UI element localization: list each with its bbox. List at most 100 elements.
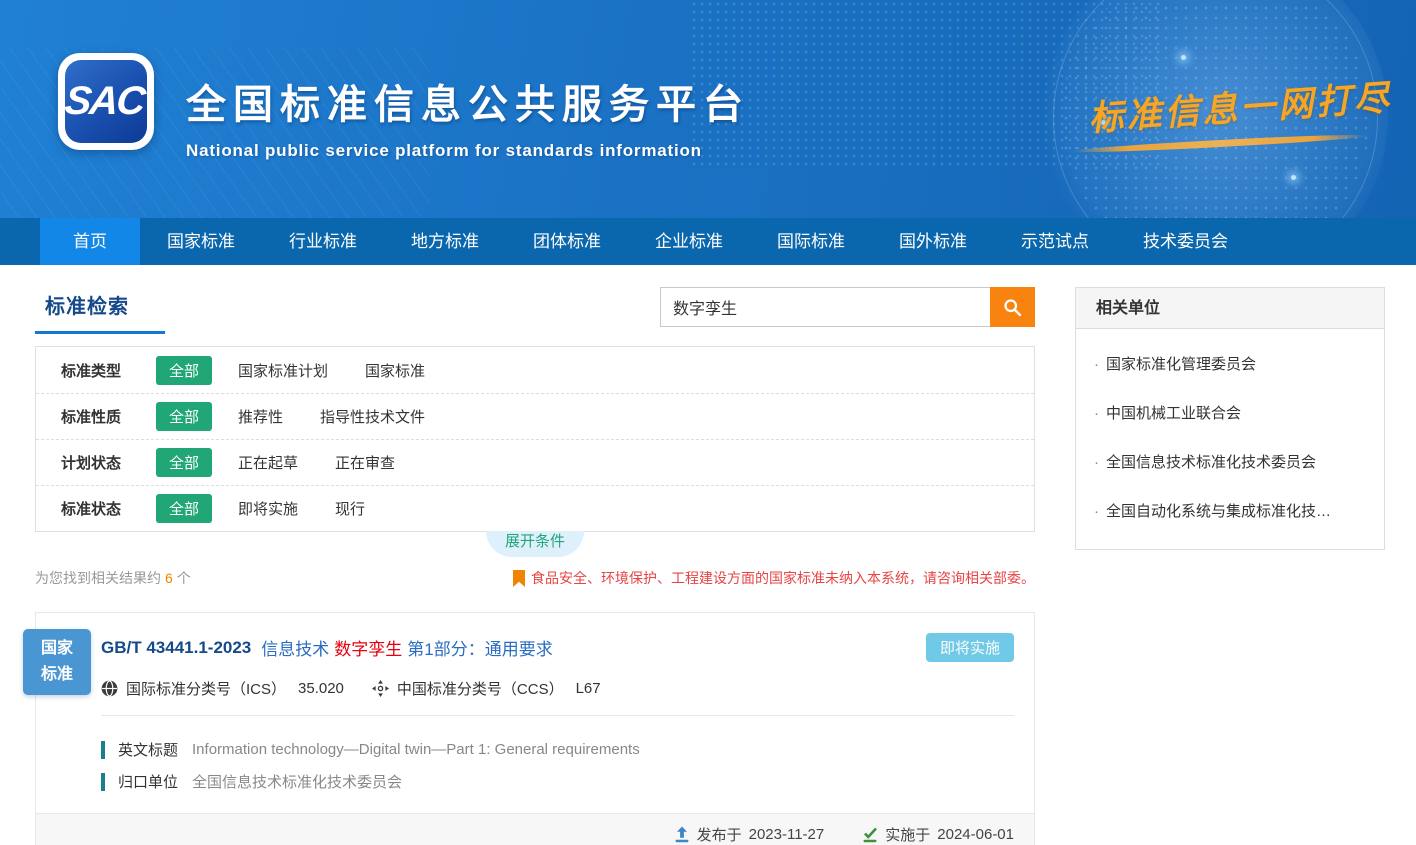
filter-label: 标准类型 — [61, 360, 156, 381]
globe-glow-dot — [1291, 175, 1296, 180]
nav-tab-foreign-standard[interactable]: 国外标准 — [872, 218, 994, 265]
ccs-classification: 中国标准分类号（CCS） L67 — [372, 678, 601, 699]
site-titles: 全国标准信息公共服务平台 National public service pla… — [186, 72, 750, 161]
expand-conditions-button[interactable]: 展开条件 — [486, 531, 584, 557]
globe-icon — [101, 680, 118, 697]
nav-tab-national-standard[interactable]: 国家标准 — [140, 218, 262, 265]
main-column: 标准检索 标准类型 全部 国家标准计划 国家标准 标准性质 全部 — [35, 287, 1035, 845]
standard-type-badge-text: 国家标准 — [40, 636, 74, 689]
bullet: · — [1094, 356, 1099, 373]
sidebar-item-automation-systems-committee[interactable]: ·全国自动化系统与集成标准化技… — [1090, 486, 1370, 535]
detail-label: 归口单位 — [118, 771, 178, 792]
publish-upload-icon — [674, 826, 690, 843]
committee-row: 归口单位 全国信息技术标准化技术委员会 — [101, 771, 1014, 792]
search-icon — [1002, 297, 1023, 318]
search-button[interactable] — [990, 287, 1035, 327]
filter-label: 标准状态 — [61, 498, 156, 519]
filter-option[interactable]: 推荐性 — [238, 406, 283, 427]
standard-type-badge: 国家标准 — [23, 629, 91, 695]
nav-tab-local-standard[interactable]: 地方标准 — [384, 218, 506, 265]
filter-panel: 标准类型 全部 国家标准计划 国家标准 标准性质 全部 推荐性 指导性技术文件 … — [35, 346, 1035, 532]
nav-tab-pilot-demo[interactable]: 示范试点 — [994, 218, 1116, 265]
implement-check-icon — [862, 826, 878, 843]
card-details: 英文标题 Information technology—Digital twin… — [36, 716, 1034, 813]
filter-option[interactable]: 正在起草 — [238, 452, 298, 473]
filter-all-button[interactable]: 全部 — [156, 402, 212, 431]
bullet: · — [1094, 454, 1099, 471]
bullet: · — [1094, 405, 1099, 422]
bookmark-icon — [513, 570, 525, 587]
filter-option[interactable]: 正在审查 — [335, 452, 395, 473]
detail-value: 全国信息技术标准化技术委员会 — [192, 771, 402, 792]
page-title: 标准检索 — [45, 296, 129, 318]
sidebar-item-label: 全国自动化系统与集成标准化技… — [1106, 503, 1331, 520]
filter-option[interactable]: 国家标准计划 — [238, 360, 328, 381]
globe-glow-dot — [1181, 55, 1186, 60]
status-badge: 即将实施 — [926, 633, 1014, 662]
published-date-item: 发布于 2023-11-27 — [674, 824, 825, 845]
nav-tab-technical-committee[interactable]: 技术委员会 — [1116, 218, 1255, 265]
site-subtitle: National public service platform for sta… — [186, 141, 750, 161]
result-count-prefix: 为您找到相关结果约 — [35, 570, 161, 586]
result-summary-row: 为您找到相关结果约6个 食品安全、环境保护、工程建设方面的国家标准未纳入本系统，… — [35, 568, 1035, 588]
filter-all-button[interactable]: 全部 — [156, 448, 212, 477]
result-count-suffix: 个 — [177, 570, 191, 586]
standard-title-part: 第1部分：通用要求 — [407, 640, 552, 659]
nav-tab-enterprise-standard[interactable]: 企业标准 — [628, 218, 750, 265]
section-title-wrap: 标准检索 — [35, 287, 165, 334]
compass-icon — [372, 680, 389, 697]
sac-logo[interactable]: SAC — [58, 53, 154, 150]
filter-all-button[interactable]: 全部 — [156, 356, 212, 385]
implemented-label: 实施于 — [885, 824, 930, 845]
ics-label: 国际标准分类号（ICS） — [126, 678, 286, 699]
card-head: GB/T 43441.1-2023 信息技术数字孪生第1部分：通用要求 即将实施… — [36, 613, 1034, 699]
standard-title-part: 信息技术 — [261, 640, 329, 659]
ics-classification: 国际标准分类号（ICS） 35.020 — [101, 678, 344, 699]
filter-label: 标准性质 — [61, 406, 156, 427]
sidebar-item-it-standardization-committee[interactable]: ·全国信息技术标准化技术委员会 — [1090, 437, 1370, 486]
filter-row-standard-nature: 标准性质 全部 推荐性 指导性技术文件 — [36, 393, 1034, 439]
filter-row-plan-status: 计划状态 全部 正在起草 正在审查 — [36, 439, 1034, 485]
classification-meta-line: 国际标准分类号（ICS） 35.020 中国标准分类号（CCS） L67 — [101, 678, 1014, 699]
nav-tab-industry-standard[interactable]: 行业标准 — [262, 218, 384, 265]
site-header: SAC 全国标准信息公共服务平台 National public service… — [0, 0, 1416, 218]
standard-title-line: GB/T 43441.1-2023 信息技术数字孪生第1部分：通用要求 即将实施 — [101, 633, 1014, 662]
sac-logo-inner: SAC — [65, 60, 147, 143]
sidebar-item-machinery-federation[interactable]: · 中国机械工业联合会 — [1090, 388, 1370, 437]
implemented-date-item: 实施于 2024-06-01 — [862, 824, 1014, 845]
nav-tab-home[interactable]: 首页 — [40, 218, 140, 265]
filter-row-standard-status: 标准状态 全部 即将实施 现行 — [36, 485, 1034, 531]
search-input[interactable] — [660, 287, 990, 327]
result-count: 为您找到相关结果约6个 — [35, 568, 191, 588]
sidebar-item-sac[interactable]: · 国家标准化管理委员会 — [1090, 339, 1370, 388]
standard-code-link[interactable]: GB/T 43441.1-2023 — [101, 638, 251, 658]
related-units-list: · 国家标准化管理委员会 · 中国机械工业联合会 ·全国信息技术标准化技术委员会 ·… — [1076, 329, 1384, 549]
english-title-row: 英文标题 Information technology—Digital twin… — [101, 739, 1014, 760]
related-units-panel: 相关单位 ·国家标准化管理委员会 ·中国机械工业联合会 ·全国信息技术标准化技术… — [1075, 287, 1385, 550]
standard-title-link[interactable]: 信息技术数字孪生第1部分：通用要求 — [261, 635, 552, 660]
page-content: 标准检索 标准类型 全部 国家标准计划 国家标准 标准性质 全部 — [0, 265, 1416, 845]
nav-tab-group-standard[interactable]: 团体标准 — [506, 218, 628, 265]
filter-option[interactable]: 现行 — [335, 498, 365, 519]
filter-option[interactable]: 即将实施 — [238, 498, 298, 519]
nav-tab-international-standard[interactable]: 国际标准 — [750, 218, 872, 265]
detail-accent-bar — [101, 741, 105, 759]
detail-accent-bar — [101, 773, 105, 791]
detail-value: Information technology—Digital twin—Part… — [192, 741, 640, 758]
card-footer: 发布于 2023-11-27 实施于 2024-06-01 — [36, 813, 1034, 845]
sac-logo-text: SAC — [62, 79, 149, 124]
published-date: 2023-11-27 — [749, 826, 825, 843]
filter-all-button[interactable]: 全部 — [156, 494, 212, 523]
detail-label: 英文标题 — [118, 739, 178, 760]
site-title: 全国标准信息公共服务平台 — [186, 72, 750, 130]
filter-label: 计划状态 — [61, 452, 156, 473]
standard-result-card: 国家标准 GB/T 43441.1-2023 信息技术数字孪生第1部分：通用要求… — [35, 612, 1035, 845]
filter-option[interactable]: 指导性技术文件 — [320, 406, 425, 427]
ccs-value: L67 — [576, 680, 601, 697]
standard-title-highlight: 数字孪生 — [334, 640, 402, 659]
filter-option[interactable]: 国家标准 — [365, 360, 425, 381]
sidebar-item-label: 中国机械工业联合会 — [1106, 405, 1241, 422]
result-count-number: 6 — [165, 570, 173, 586]
sidebar-item-label: 国家标准化管理委员会 — [1106, 356, 1256, 373]
system-notice: 食品安全、环境保护、工程建设方面的国家标准未纳入本系统，请咨询相关部委。 — [513, 568, 1035, 588]
